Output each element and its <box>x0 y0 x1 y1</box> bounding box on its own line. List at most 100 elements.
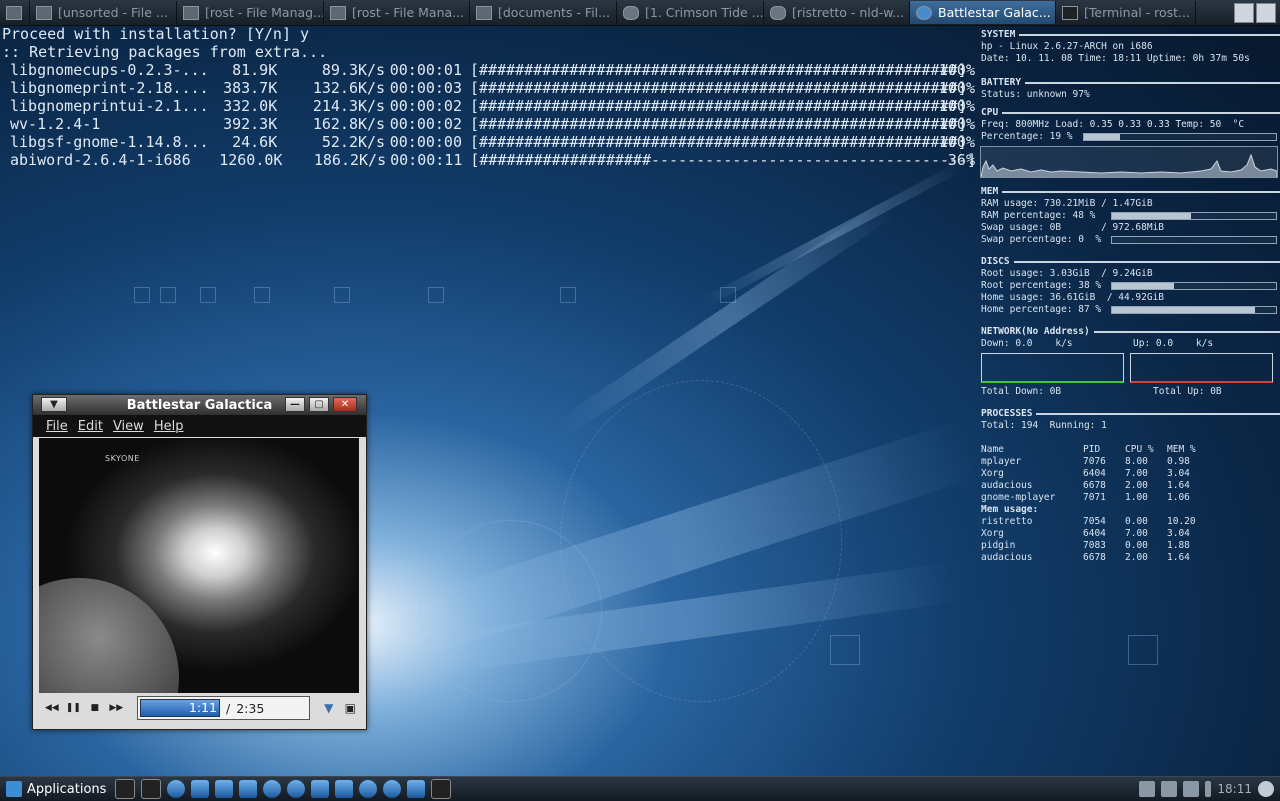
chevron-down-icon: ▼ <box>50 398 58 410</box>
volume-tray-icon[interactable] <box>1183 781 1200 797</box>
package-percent: 36% <box>947 151 975 169</box>
task-button-crimson-tide[interactable]: [1. Crimson Tide ... <box>617 1 764 24</box>
section-title: NETWORK(No Address) <box>981 326 1090 337</box>
package-time: 00:00:03 <box>389 79 462 97</box>
process-name: audacious <box>981 480 1033 491</box>
package-time: 00:00:11 <box>390 151 463 169</box>
workspace-2-button[interactable] <box>1256 2 1276 23</box>
package-name: libgnomecups-0.2.3-... <box>10 61 209 79</box>
task-button-battlestar[interactable]: Battlestar Galac... <box>910 1 1056 24</box>
section-title: MEM <box>981 186 999 197</box>
package-progress-bar: [#######################################… <box>469 61 967 79</box>
minimize-button[interactable]: — <box>285 397 305 412</box>
process-summary: Total: 194 Running: 1 <box>981 420 1107 431</box>
lightning-icon[interactable] <box>311 780 330 798</box>
task-button-rost-1[interactable]: [rost - File Manag... <box>177 1 324 24</box>
playback-controls: ◀◀ ❚❚ ■ ▶▶ 1:11 / 2:35 ▼ ▣ <box>39 695 359 721</box>
process-table-header: Name PID CPU % MEM % <box>981 444 1196 456</box>
power-icon[interactable] <box>1258 781 1274 797</box>
menu-view[interactable]: View <box>113 419 144 434</box>
network-icon[interactable] <box>215 780 234 798</box>
system-tray: 18:11 <box>1139 781 1280 797</box>
network-rates-row: Down: 0.0 k/s Up: 0.0 k/s <box>978 338 1280 350</box>
process-pid: 6678 <box>1083 552 1106 563</box>
terminal-icon <box>1062 5 1078 20</box>
process-name: mplayer <box>981 456 1022 467</box>
package-percent: 100% <box>938 79 975 97</box>
player-titlebar[interactable]: Battlestar Galactica ▼ — ▢ ✕ <box>33 395 366 415</box>
workspace-1-button[interactable] <box>1234 2 1254 23</box>
window-menu-button[interactable]: ▼ <box>41 397 67 412</box>
task-label: [rost - File Mana... <box>352 5 465 20</box>
task-button-ristretto[interactable]: [ristretto - nld-w... <box>764 1 910 24</box>
section-header-discs: DISCS <box>978 256 1280 268</box>
maximize-button[interactable]: ▢ <box>309 397 329 412</box>
task-label: [1. Crimson Tide ... <box>645 5 764 20</box>
menu-edit[interactable]: Edit <box>78 419 103 434</box>
audio-icon[interactable] <box>383 780 402 798</box>
text-editor-icon[interactable] <box>239 780 258 798</box>
panel-clock[interactable]: 18:11 <box>1217 782 1252 796</box>
package-icon[interactable] <box>407 780 426 798</box>
section-header-processes: PROCESSES <box>978 408 1280 420</box>
task-button-documents[interactable]: [documents - Fil... <box>470 1 617 24</box>
task-button-unsorted[interactable]: [unsorted - File ... <box>30 1 177 24</box>
seek-bar[interactable]: 1:11 / 2:35 <box>137 696 311 720</box>
process-cpu: 7.00 <box>1125 468 1148 479</box>
web-browser-icon[interactable] <box>287 780 306 798</box>
show-desktop-icon[interactable] <box>115 779 136 799</box>
task-label: [ristretto - nld-w... <box>792 5 905 20</box>
xfce-logo-icon <box>6 781 22 797</box>
column-header-cpu: CPU % <box>1125 444 1154 455</box>
package-time: 00:00:01 <box>389 61 462 79</box>
fast-forward-button[interactable]: ▶▶ <box>108 699 126 717</box>
cpu-graph-svg <box>980 153 1278 178</box>
close-button[interactable]: ✕ <box>333 397 357 412</box>
volume-button[interactable]: ▼ <box>320 699 338 717</box>
system-date-line: Date: 10. 11. 08 Time: 18:11 Uptime: 0h … <box>981 53 1250 64</box>
process-row: audacious 6678 2.00 1.64 <box>981 552 1196 564</box>
media-player-icon[interactable] <box>359 780 378 798</box>
menu-help[interactable]: Help <box>154 419 184 434</box>
conky-system-monitor: SYSTEM hp - Linux 2.6.27-ARCH on i686 Da… <box>978 25 1280 770</box>
process-name: Xorg <box>981 528 1004 539</box>
process-mem: 0.98 <box>1167 456 1190 467</box>
pause-button[interactable]: ❚❚ <box>65 699 83 717</box>
maximize-icon: ▢ <box>314 398 324 410</box>
file-manager-icon[interactable] <box>191 780 210 798</box>
menu-file[interactable]: File <box>46 419 68 434</box>
rewind-button[interactable]: ◀◀ <box>43 699 61 717</box>
settings-icon[interactable] <box>167 780 186 798</box>
applications-menu-button[interactable]: Applications <box>0 781 112 797</box>
cpu-percentage-label: Percentage: 19 % <box>981 131 1073 142</box>
task-button-rost-2[interactable]: [rost - File Mana... <box>324 1 470 24</box>
folder-icon <box>330 5 346 20</box>
ram-usage-fill <box>1112 213 1191 219</box>
section-title: BATTERY <box>981 77 1022 88</box>
taskbar-menu-button[interactable] <box>0 1 30 24</box>
package-rate: 132.6K/s <box>312 79 386 97</box>
process-cpu: 7.00 <box>1125 528 1148 539</box>
stop-button[interactable]: ■ <box>86 699 104 717</box>
mem-usage-header: Mem usage: <box>981 504 1196 516</box>
volume-icon: ▼ <box>324 701 334 715</box>
chat-icon[interactable] <box>263 780 282 798</box>
package-rate: 162.8K/s <box>312 115 386 133</box>
camera-icon[interactable] <box>431 779 452 799</box>
fullscreen-button[interactable]: ▣ <box>342 699 360 717</box>
signal-strength-icon[interactable] <box>1139 781 1156 797</box>
battery-icon[interactable] <box>1205 781 1212 797</box>
video-frame-planet <box>39 578 179 693</box>
package-size: 392.3K <box>223 115 278 133</box>
system-monitor-icon[interactable] <box>141 779 162 799</box>
task-button-terminal[interactable]: [Terminal - rost... <box>1056 1 1196 24</box>
image-editor-icon[interactable] <box>335 780 354 798</box>
package-download-row: libgnomecups-0.2.3-... 81.9K 89.3K/s 00:00:… <box>0 61 975 79</box>
window-list-icon <box>6 5 22 20</box>
network-status-icon[interactable] <box>1161 781 1178 797</box>
package-rate: 52.2K/s <box>321 133 386 151</box>
folder-icon <box>476 5 492 20</box>
package-percent: 100% <box>938 115 975 133</box>
network-down-rate: Down: 0.0 k/s <box>981 338 1073 349</box>
video-area[interactable]: SKYONE <box>39 438 359 693</box>
